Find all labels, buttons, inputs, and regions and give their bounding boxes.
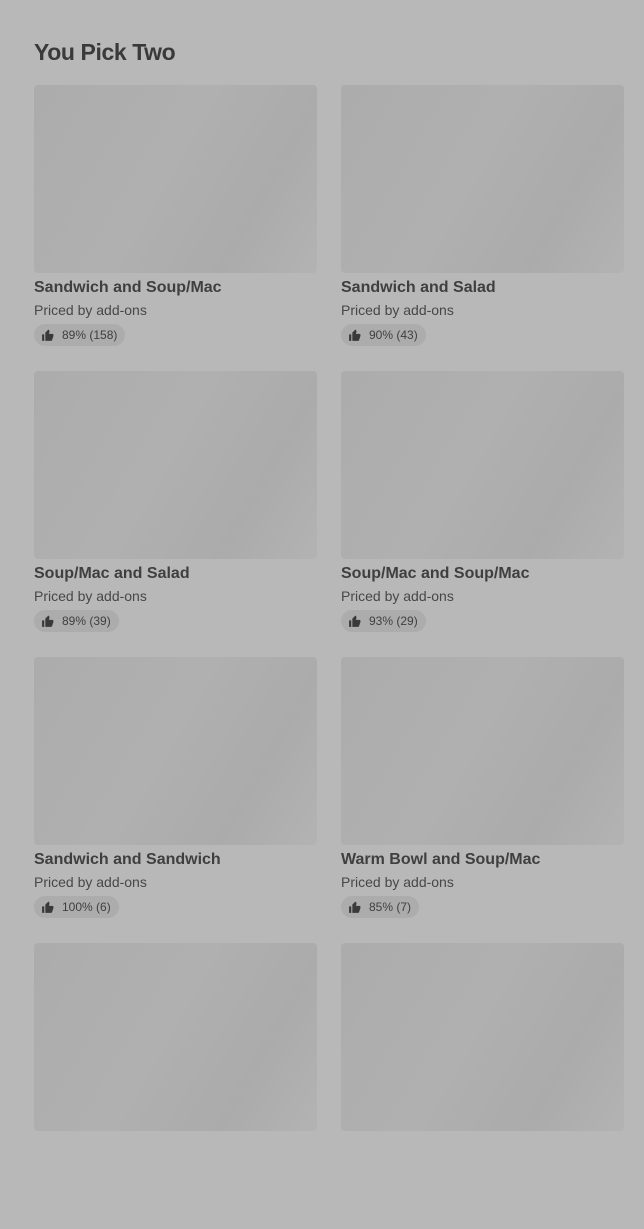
thumbs-up-icon: [41, 329, 54, 342]
rating-badge: 100% (6): [34, 896, 119, 918]
menu-item-card[interactable]: Soup/Mac and Salad Priced by add-ons 89%…: [34, 371, 317, 657]
menu-item-price: Priced by add-ons: [341, 874, 454, 890]
menu-item-card[interactable]: [34, 943, 317, 1229]
menu-item-image: [341, 943, 624, 1131]
rating-text: 89% (158): [62, 328, 118, 342]
rating-badge: 89% (39): [34, 610, 119, 632]
section-title: You Pick Two: [34, 39, 176, 65]
rating-text: 100% (6): [62, 900, 111, 914]
rating-text: 90% (43): [369, 328, 418, 342]
menu-item-name: Sandwich and Salad: [341, 279, 496, 296]
menu-item-price: Priced by add-ons: [341, 302, 454, 318]
menu-item-name: Sandwich and Sandwich: [34, 851, 221, 868]
menu-item-card[interactable]: Sandwich and Salad Priced by add-ons 90%…: [341, 85, 624, 371]
menu-item-card[interactable]: Sandwich and Soup/Mac Priced by add-ons …: [34, 85, 317, 371]
rating-badge: 89% (158): [34, 324, 126, 346]
thumbs-up-icon: [348, 329, 361, 342]
rating-badge: 85% (7): [341, 896, 420, 918]
menu-item-name: Sandwich and Soup/Mac: [34, 279, 222, 296]
rating-text: 85% (7): [369, 900, 412, 914]
menu-item-card[interactable]: Warm Bowl and Soup/Mac Priced by add-ons…: [341, 657, 624, 943]
menu-item-name: Warm Bowl and Soup/Mac: [341, 851, 541, 868]
menu-item-card[interactable]: Sandwich and Sandwich Priced by add-ons …: [34, 657, 317, 943]
menu-item-grid: Sandwich and Soup/Mac Priced by add-ons …: [34, 85, 624, 1229]
thumbs-up-icon: [41, 901, 54, 914]
menu-item-image: [34, 943, 317, 1131]
menu-item-price: Priced by add-ons: [341, 588, 454, 604]
menu-item-name: Soup/Mac and Soup/Mac: [341, 565, 530, 582]
rating-text: 89% (39): [62, 614, 111, 628]
menu-item-name: Soup/Mac and Salad: [34, 565, 190, 582]
menu-item-card[interactable]: [341, 943, 624, 1229]
rating-badge: 93% (29): [341, 610, 426, 632]
rating-text: 93% (29): [369, 614, 418, 628]
menu-item-image: [34, 85, 317, 273]
thumbs-up-icon: [348, 615, 361, 628]
menu-item-image: [34, 371, 317, 559]
thumbs-up-icon: [348, 901, 361, 914]
rating-badge: 90% (43): [341, 324, 426, 346]
menu-item-card[interactable]: Soup/Mac and Soup/Mac Priced by add-ons …: [341, 371, 624, 657]
menu-item-image: [341, 657, 624, 845]
menu-item-price: Priced by add-ons: [34, 302, 147, 318]
menu-item-price: Priced by add-ons: [34, 588, 147, 604]
menu-item-image: [341, 371, 624, 559]
menu-item-image: [34, 657, 317, 845]
menu-item-price: Priced by add-ons: [34, 874, 147, 890]
menu-item-image: [341, 85, 624, 273]
thumbs-up-icon: [41, 615, 54, 628]
